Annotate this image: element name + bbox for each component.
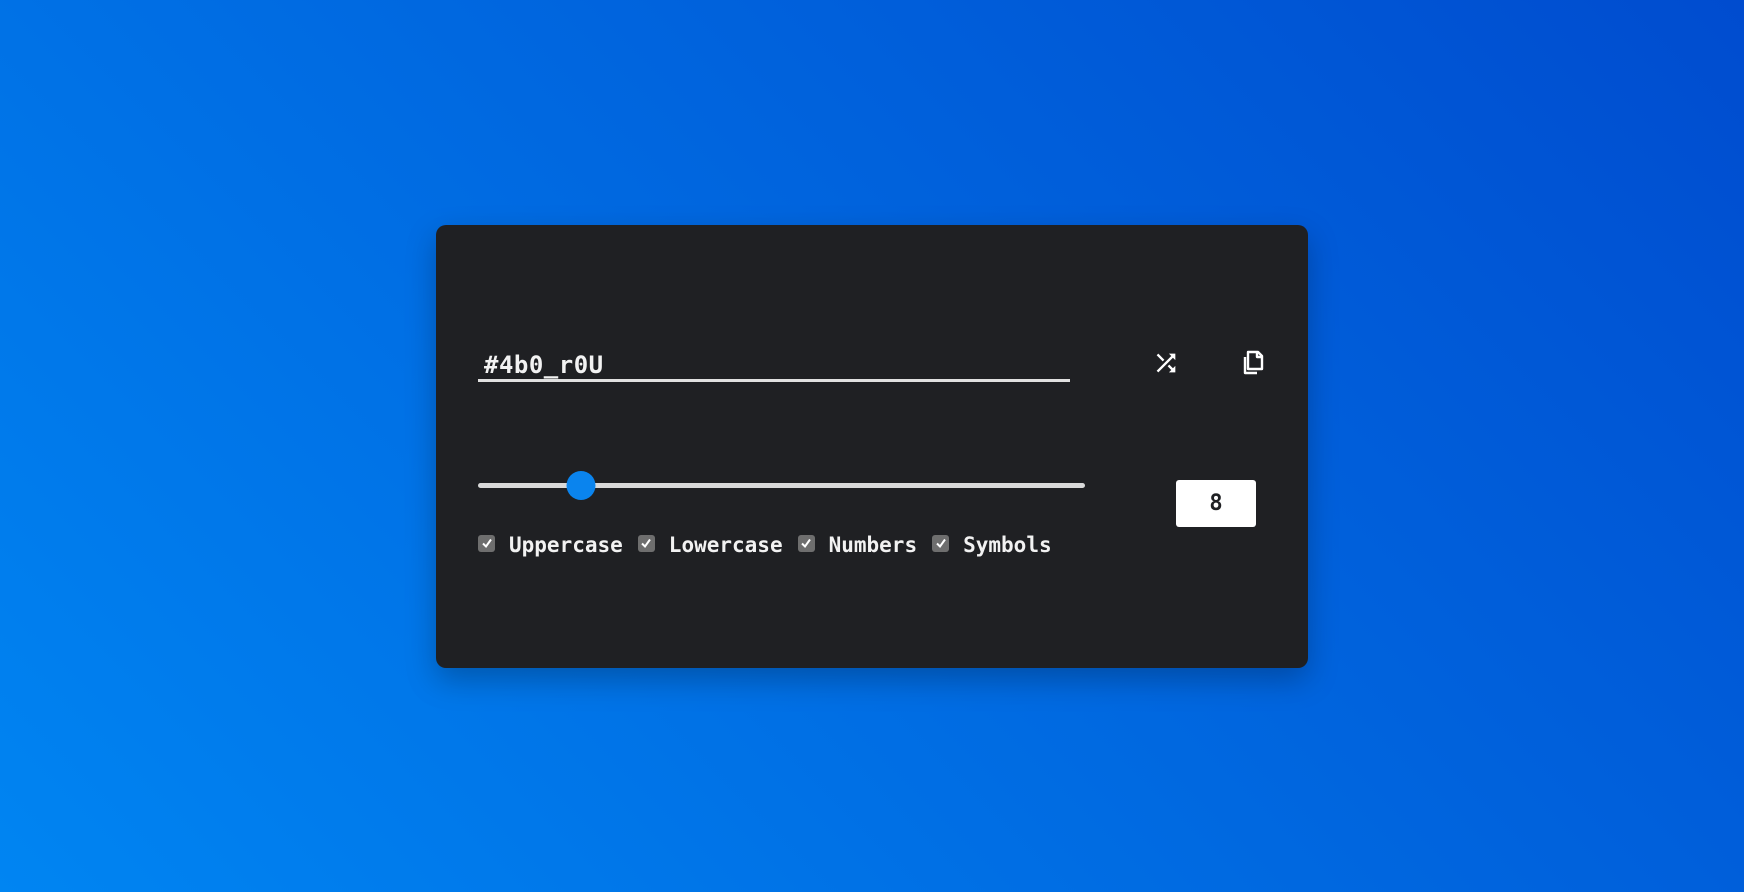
password-output[interactable]: #4b0_r0U xyxy=(478,348,1070,382)
length-slider-thumb[interactable] xyxy=(566,471,596,500)
numbers-label: Numbers xyxy=(828,533,918,557)
shuffle-button[interactable] xyxy=(1149,346,1183,380)
checkmark-icon xyxy=(801,538,811,549)
uppercase-checkbox[interactable] xyxy=(478,534,495,552)
symbols-label: Symbols xyxy=(963,533,1052,557)
symbols-checkbox[interactable] xyxy=(932,534,950,552)
checkmark-icon xyxy=(641,538,652,549)
option-lowercase[interactable]: Lowercase xyxy=(637,533,783,557)
option-symbols[interactable]: Symbols xyxy=(932,533,1052,557)
copy-button[interactable] xyxy=(1237,346,1271,380)
copy-icon xyxy=(1243,350,1264,375)
password-generator-card: #4b0_r0U 8 Uppercase Lowercase Numbers S… xyxy=(436,225,1308,668)
character-options: Uppercase Lowercase Numbers Symbols xyxy=(478,529,1067,561)
numbers-checkbox[interactable] xyxy=(797,534,815,552)
checkmark-icon xyxy=(481,538,492,549)
uppercase-label: Uppercase xyxy=(509,533,623,557)
shuffle-icon xyxy=(1156,353,1176,373)
checkmark-icon xyxy=(935,538,946,549)
option-numbers[interactable]: Numbers xyxy=(797,533,918,557)
lowercase-label: Lowercase xyxy=(668,533,783,557)
length-value[interactable]: 8 xyxy=(1176,480,1256,527)
length-slider[interactable] xyxy=(478,471,1085,500)
lowercase-checkbox[interactable] xyxy=(637,534,655,552)
option-uppercase[interactable]: Uppercase xyxy=(478,533,623,557)
